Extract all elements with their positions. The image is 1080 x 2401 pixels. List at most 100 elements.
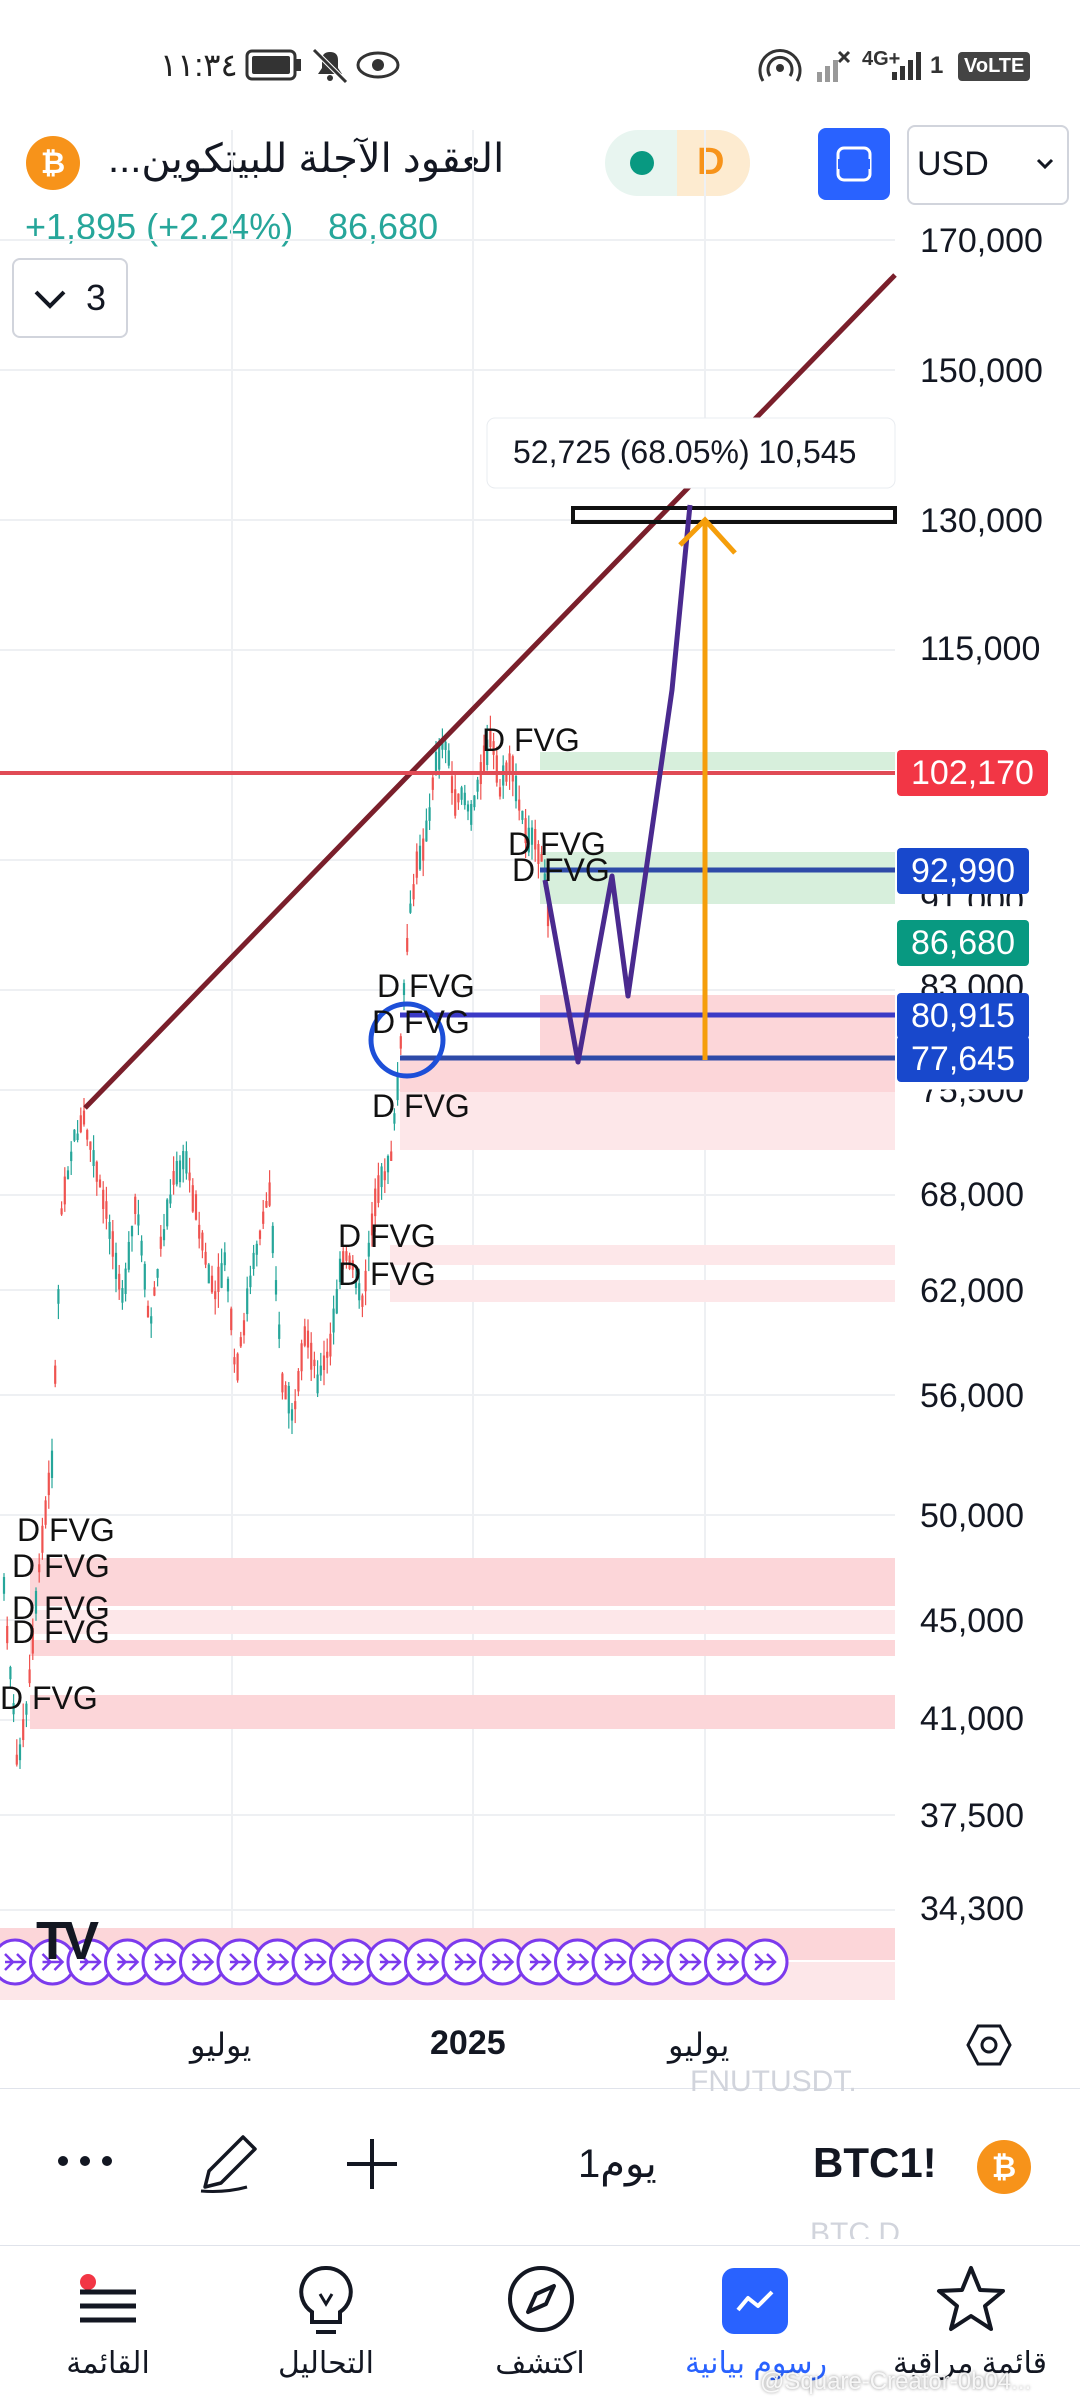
candle-body [294,1401,297,1410]
candle-body [9,1666,12,1680]
candle-body [230,1308,233,1331]
trendline [83,273,897,1110]
candle-body [332,1308,335,1333]
fvg-label: D FVG [17,1512,115,1548]
star-icon [937,2266,1005,2331]
candle-body [268,1182,271,1206]
candle-body [454,789,457,816]
candle-body [76,1133,79,1140]
candle-body [82,1110,86,1125]
candle-body [166,1199,169,1227]
candle-body [6,1625,9,1644]
compass-icon [508,2266,574,2332]
candle-body [425,820,428,842]
candle-body [319,1365,322,1376]
y-tick: 37,500 [920,1797,1024,1835]
nav-explore[interactable]: اكتشف [450,2246,630,2401]
candle-body [57,1289,60,1304]
candle-body [86,1130,89,1140]
candle-body [476,779,479,792]
candle-body [191,1185,194,1212]
candle-body [422,838,425,861]
candle-body [242,1320,246,1336]
event-markers-row [0,1938,789,1986]
candle-body [460,787,463,800]
projection-path [542,504,693,1065]
candle-body [514,775,518,802]
candle-body [249,1275,252,1288]
candle-body [329,1333,332,1357]
menu-icon [80,2274,136,2323]
candle-body [434,752,438,774]
fvg-label: D FVG [482,722,580,758]
candle-body [162,1229,166,1241]
fvg-zone-bearish [30,1640,895,1656]
candle-body [172,1171,175,1185]
candle-body [383,1171,386,1181]
nav-menu[interactable]: القائمة [18,2246,198,2401]
price-tag-resistance: 102,170 [897,750,1048,796]
candle-body [124,1268,127,1294]
candle-body [447,750,450,766]
candle-body [415,851,418,878]
y-tick: 68,000 [920,1176,1024,1214]
fvg-zone-bullish [540,752,895,770]
candle-body [127,1241,130,1270]
pencil-icon[interactable] [195,2127,265,2197]
symbol-selector[interactable]: BTC1! [813,2139,937,2187]
candle-body [271,1225,274,1254]
candle-body [118,1273,121,1290]
y-tick: 170,000 [920,222,1043,260]
candle-body [239,1337,242,1347]
candle-body [198,1224,201,1239]
candle-body [409,903,412,913]
fvg-zone-bearish [400,1092,895,1150]
candle-body [146,1305,150,1318]
interval-selector[interactable]: 1يوم [578,2141,657,2187]
candle-body [185,1151,188,1174]
more-icon[interactable] [55,2151,115,2171]
fvg-label: D FVG [12,1548,110,1584]
y-tick: 41,000 [920,1700,1024,1738]
measure-label: 52,725 (68.05%) 10,545 [513,434,857,470]
candle-body [326,1351,329,1358]
candle-body [306,1330,310,1348]
candle-body [262,1211,265,1224]
candle-body [79,1115,82,1133]
fvg-label: D FVG [372,1088,470,1124]
candle-body [255,1243,258,1255]
y-tick: 34,300 [920,1890,1024,1928]
fvg-label: D FVG [338,1218,436,1254]
fvg-zone-bearish [540,995,895,1057]
lightbulb-icon [299,2265,353,2334]
candle-body [265,1200,268,1208]
candle-body [210,1275,214,1293]
candle-body [226,1278,230,1292]
nav-analysis[interactable]: التحاليل [236,2246,416,2401]
candle-body [63,1176,66,1205]
fvg-label: D FVG [512,852,610,888]
tradingview-logo[interactable]: TV [36,1910,99,1972]
candle-body [361,1295,364,1307]
candle-body [47,1472,50,1496]
y-tick: 115,000 [920,630,1041,668]
candle-body [201,1232,204,1251]
price-tag-level: 77,645 [897,1036,1029,1082]
fvg-zone-bearish [390,1245,895,1265]
plus-icon[interactable] [342,2134,402,2194]
candle-body [438,744,441,770]
y-tick: 50,000 [920,1497,1024,1535]
candle-body [102,1189,105,1209]
candle-body [108,1221,111,1239]
settings-icon[interactable] [966,2022,1012,2068]
candle-body [470,803,473,825]
candle-body [431,777,434,790]
candle-body [2,1576,6,1594]
candle-body [140,1240,143,1256]
candle-body [105,1201,108,1219]
candle-body [114,1252,118,1279]
candle-body [473,795,476,808]
y-tick: 45,000 [920,1602,1024,1640]
candle-body [121,1288,124,1303]
candle-body [169,1194,172,1204]
